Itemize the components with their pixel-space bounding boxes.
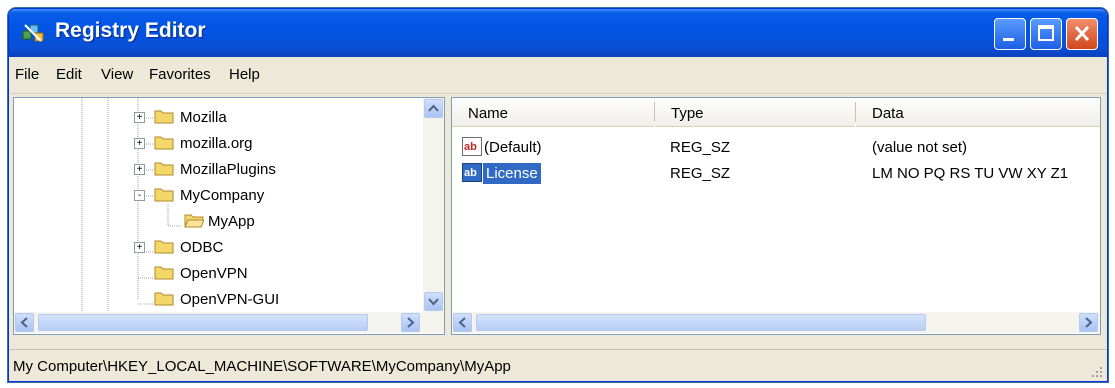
values-list-pane[interactable]: Name Type Data ab (Default) REG_SZ (valu… — [451, 97, 1101, 335]
open-folder-icon — [184, 214, 204, 228]
value-name: License — [483, 163, 541, 184]
column-label: Type — [671, 105, 704, 122]
tree-item-label: OpenVPN-GUI — [180, 291, 280, 308]
column-header-name[interactable]: Name — [452, 98, 654, 127]
tree-item-label: Mozilla — [180, 109, 227, 126]
chevron-left-icon — [458, 317, 466, 328]
chevron-right-icon — [407, 317, 415, 328]
chevron-right-icon — [1085, 317, 1093, 328]
value-name: (Default) — [484, 139, 542, 156]
tree-item-label: MyCompany — [180, 187, 265, 204]
collapse-icon[interactable]: - — [134, 190, 145, 201]
column-header-data[interactable]: Data — [856, 98, 1100, 127]
folder-icon — [154, 162, 174, 176]
column-label: Data — [872, 105, 904, 122]
minimize-icon — [1003, 38, 1014, 41]
value-data: (value not set) — [872, 139, 968, 156]
expand-icon[interactable]: + — [134, 138, 145, 149]
minimize-button[interactable] — [994, 18, 1026, 50]
folder-icon — [154, 240, 174, 254]
tree-vertical-scrollbar[interactable] — [423, 98, 444, 312]
scroll-left-button[interactable] — [15, 313, 34, 332]
menu-file[interactable]: File — [15, 66, 39, 83]
scroll-up-button[interactable] — [424, 99, 443, 118]
chevron-left-icon — [20, 317, 28, 328]
registry-editor-window: Registry Editor File Edit View Favorites… — [8, 8, 1108, 382]
scroll-thumb[interactable] — [476, 314, 926, 331]
open-folder-icon — [154, 188, 174, 202]
string-value-icon: ab — [462, 163, 482, 182]
value-type: REG_SZ — [670, 165, 731, 182]
menu-favorites[interactable]: Favorites — [149, 66, 211, 83]
menu-edit[interactable]: Edit — [56, 66, 82, 83]
menu-help[interactable]: Help — [229, 66, 260, 83]
folder-icon — [154, 136, 174, 150]
tree-item-label: OpenVPN — [180, 265, 248, 282]
scroll-right-button[interactable] — [401, 313, 420, 332]
table-row[interactable]: ab License REG_SZ LM NO PQ RS TU VW XY Z… — [452, 162, 1100, 186]
menu-bar: File Edit View Favorites Help — [9, 57, 1107, 94]
key-tree-pane[interactable]: + Mozilla + mozilla.org + MozillaPlugins… — [13, 97, 445, 335]
maximize-button[interactable] — [1030, 18, 1062, 50]
scroll-right-button[interactable] — [1079, 313, 1098, 332]
folder-icon — [154, 110, 174, 124]
close-button[interactable] — [1066, 18, 1098, 50]
column-header-type[interactable]: Type — [655, 98, 855, 127]
expand-icon[interactable]: + — [134, 242, 145, 253]
resize-grip-icon[interactable] — [1091, 366, 1103, 378]
expand-icon[interactable]: + — [134, 112, 145, 123]
scroll-thumb[interactable] — [38, 314, 368, 331]
string-value-icon: ab — [462, 137, 482, 156]
expand-icon[interactable]: + — [134, 164, 145, 175]
folder-icon — [154, 266, 174, 280]
tree-item-label: MyApp — [208, 213, 255, 230]
close-icon — [1074, 25, 1090, 42]
title-bar[interactable]: Registry Editor — [9, 9, 1107, 57]
maximize-icon — [1038, 25, 1054, 41]
chevron-up-icon — [428, 104, 439, 112]
svg-text:ab: ab — [464, 141, 477, 153]
tree-horizontal-scrollbar[interactable] — [14, 312, 444, 333]
tree-item-label: mozilla.org — [180, 135, 253, 152]
status-bar: My Computer\HKEY_LOCAL_MACHINE\SOFTWARE\… — [9, 349, 1107, 381]
registry-path: My Computer\HKEY_LOCAL_MACHINE\SOFTWARE\… — [13, 358, 511, 375]
scroll-left-button[interactable] — [453, 313, 472, 332]
window-title: Registry Editor — [55, 19, 206, 42]
column-label: Name — [468, 105, 509, 122]
table-row[interactable]: ab (Default) REG_SZ (value not set) — [452, 136, 1100, 160]
menu-view[interactable]: View — [101, 66, 133, 83]
value-type: REG_SZ — [670, 139, 731, 156]
values-horizontal-scrollbar[interactable] — [452, 312, 1100, 333]
tree-item-label: MozillaPlugins — [180, 161, 276, 178]
chevron-down-icon — [428, 298, 439, 306]
value-data: LM NO PQ RS TU VW XY Z1 — [872, 165, 1069, 182]
svg-text:ab: ab — [464, 167, 477, 179]
scroll-down-button[interactable] — [424, 292, 443, 311]
tree-item-label: ODBC — [180, 239, 224, 256]
registry-icon — [22, 24, 44, 42]
folder-icon — [154, 292, 174, 306]
